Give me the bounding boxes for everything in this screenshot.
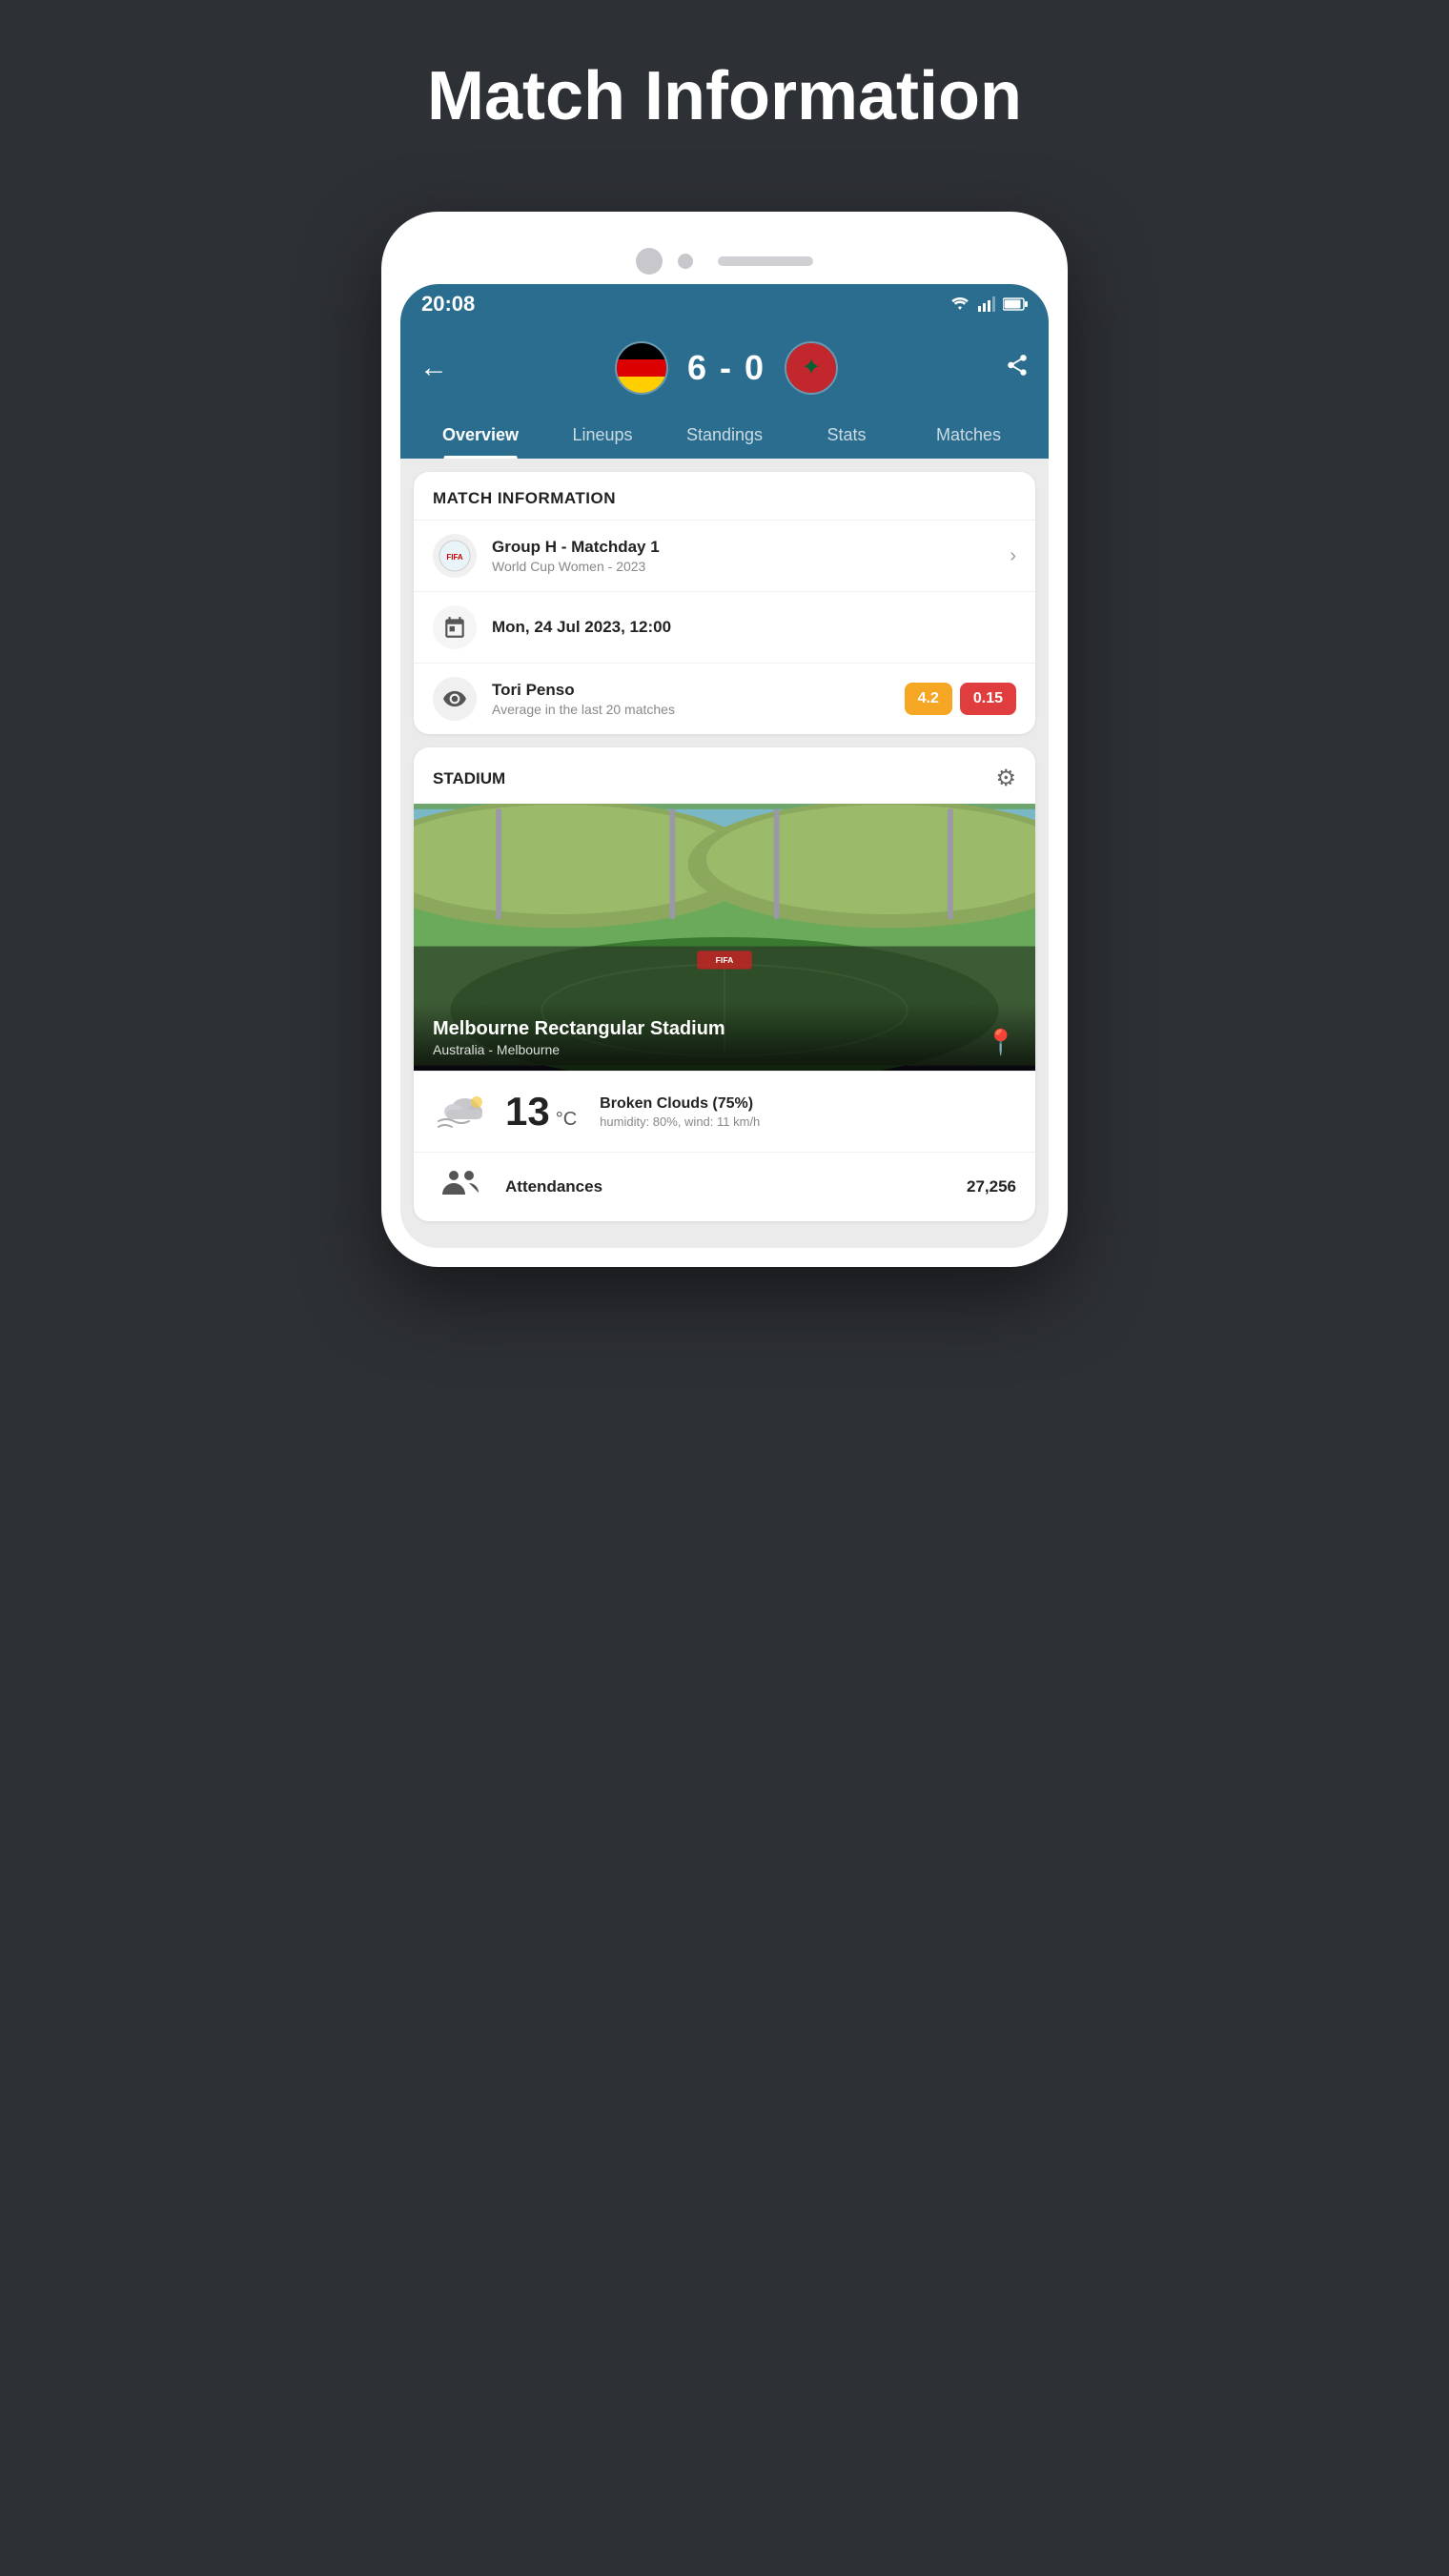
date-row: Mon, 24 Jul 2023, 12:00 <box>414 591 1035 663</box>
stadium-location: Australia - Melbourne <box>433 1042 725 1057</box>
page-title: Match Information <box>427 57 1022 135</box>
competition-text: Group H - Matchday 1 World Cup Women - 2… <box>492 538 994 574</box>
wifi-icon <box>949 296 970 312</box>
competition-arrow: › <box>1010 545 1016 567</box>
people-icon <box>440 1168 482 1198</box>
referee-name: Tori Penso <box>492 681 889 700</box>
weather-row: 13 °C Broken Clouds (75%) humidity: 80%,… <box>414 1071 1035 1152</box>
stadium-overlay: Melbourne Rectangular Stadium Australia … <box>414 1003 1035 1071</box>
tab-lineups[interactable]: Lineups <box>541 412 663 459</box>
temperature: 13 <box>505 1089 550 1135</box>
share-button[interactable] <box>1005 353 1030 384</box>
phone-frame: 20:08 <box>381 212 1068 1267</box>
stadium-info: Melbourne Rectangular Stadium Australia … <box>433 1018 725 1057</box>
phone-dot <box>678 254 693 269</box>
tab-bar: Overview Lineups Standings Stats Matches <box>419 412 1030 459</box>
back-button[interactable]: ← <box>419 352 448 384</box>
temp-display: 13 °C <box>505 1089 577 1135</box>
stadium-name: Melbourne Rectangular Stadium <box>433 1018 725 1040</box>
svg-text:FIFA: FIFA <box>716 955 734 965</box>
referee-badges: 4.2 0.15 <box>905 683 1016 715</box>
weather-details: humidity: 80%, wind: 11 km/h <box>600 1114 1016 1129</box>
attendance-row: Attendances 27,256 <box>414 1152 1035 1221</box>
signal-icon <box>978 296 995 312</box>
referee-sub: Average in the last 20 matches <box>492 702 889 717</box>
germany-flag <box>615 341 668 395</box>
weather-desc-title: Broken Clouds (75%) <box>600 1095 1016 1113</box>
status-icons <box>949 296 1028 312</box>
stadium-card: STADIUM ⚙ <box>414 747 1035 1221</box>
stadium-header-row: STADIUM ⚙ <box>414 747 1035 804</box>
referee-badge-2: 0.15 <box>960 683 1016 715</box>
tab-overview[interactable]: Overview <box>419 412 541 459</box>
weather-description: Broken Clouds (75%) humidity: 80%, wind:… <box>592 1095 1016 1129</box>
match-info-header: MATCH INFORMATION <box>414 472 1035 520</box>
referee-text: Tori Penso Average in the last 20 matche… <box>492 681 889 717</box>
svg-text:FIFA: FIFA <box>446 553 463 562</box>
header-top: ← 6 - 0 ✦ <box>419 341 1030 412</box>
match-info-card: MATCH INFORMATION FIFA Group H - Matchda… <box>414 472 1035 734</box>
score-section: 6 - 0 ✦ <box>448 341 1005 395</box>
stadium-header: STADIUM <box>433 769 505 788</box>
calendar-icon <box>442 615 467 640</box>
attendance-icon <box>433 1168 490 1206</box>
calendar-icon-wrap <box>433 605 477 649</box>
referee-icon-wrap <box>433 677 477 721</box>
competition-name: Group H - Matchday 1 <box>492 538 994 557</box>
status-bar: 20:08 <box>400 284 1049 324</box>
match-score: 6 - 0 <box>687 348 765 388</box>
date-text: Mon, 24 Jul 2023, 12:00 <box>492 618 1016 637</box>
phone-camera <box>636 248 663 275</box>
match-date: Mon, 24 Jul 2023, 12:00 <box>492 618 1016 637</box>
tab-matches[interactable]: Matches <box>908 412 1030 459</box>
settings-button[interactable]: ⚙ <box>995 765 1016 792</box>
referee-badge-1: 4.2 <box>905 683 952 715</box>
phone-speaker <box>718 256 813 266</box>
content-area: MATCH INFORMATION FIFA Group H - Matchda… <box>400 459 1049 1248</box>
referee-row: Tori Penso Average in the last 20 matche… <box>414 663 1035 734</box>
tab-standings[interactable]: Standings <box>663 412 786 459</box>
morocco-flag: ✦ <box>785 341 838 395</box>
referee-icon <box>442 686 467 711</box>
weather-icon-wrap <box>433 1091 490 1133</box>
phone-top-bar <box>400 231 1049 284</box>
status-time: 20:08 <box>421 292 475 317</box>
app-header: ← 6 - 0 ✦ <box>400 324 1049 459</box>
weather-icon <box>435 1091 488 1133</box>
location-pin-icon[interactable]: 📍 <box>986 1028 1016 1057</box>
attendance-label: Attendances <box>505 1177 951 1196</box>
stadium-image: FIFA Melbourne Rectangular Stadium Austr… <box>414 804 1035 1071</box>
competition-row[interactable]: FIFA Group H - Matchday 1 World Cup Wome… <box>414 520 1035 591</box>
attendance-value: 27,256 <box>967 1177 1016 1196</box>
competition-logo: FIFA <box>433 534 477 578</box>
temp-unit: °C <box>556 1109 577 1131</box>
phone-screen: 20:08 <box>400 284 1049 1248</box>
tab-stats[interactable]: Stats <box>786 412 908 459</box>
battery-icon <box>1003 297 1028 311</box>
competition-sub: World Cup Women - 2023 <box>492 559 994 574</box>
